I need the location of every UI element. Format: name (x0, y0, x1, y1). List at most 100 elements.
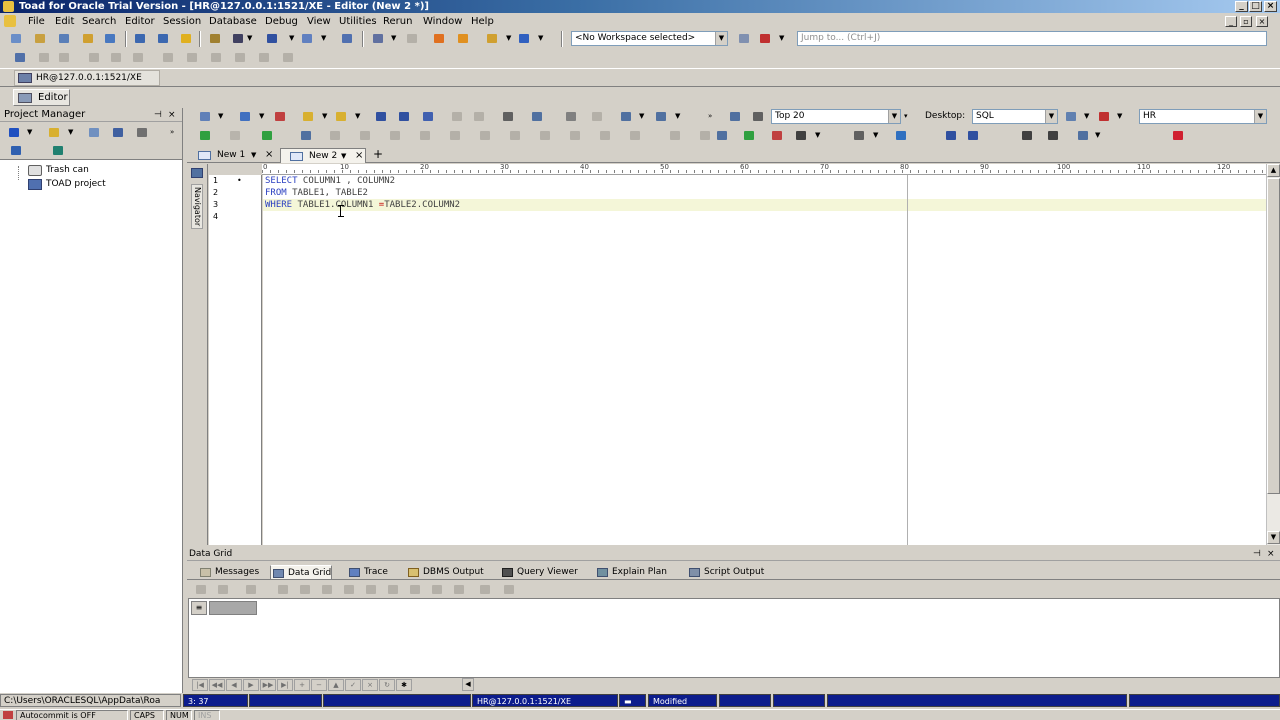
list-view-icon[interactable] (8, 143, 24, 158)
explain-icon[interactable] (298, 128, 314, 143)
print-icon[interactable] (500, 109, 516, 124)
menu-view[interactable]: View (307, 15, 331, 28)
dropdown-arrow-icon[interactable]: ▼ (259, 109, 266, 124)
statement-marker-icon[interactable]: • (237, 175, 242, 187)
dropdown-arrow-icon[interactable]: ▼ (1084, 109, 1091, 124)
script-icon[interactable] (237, 109, 253, 124)
run-step-icon[interactable] (259, 128, 275, 143)
menu-help[interactable]: Help (471, 15, 494, 28)
recent-files-icon[interactable] (333, 109, 349, 124)
mdi-restore-button[interactable]: ▫ (1240, 16, 1252, 27)
new-connection-icon[interactable] (8, 31, 24, 46)
tab-trace[interactable]: Trace (347, 565, 388, 580)
pin-icon[interactable]: ⊣ (1253, 548, 1261, 561)
dropdown-arrow-icon[interactable]: ▼ (391, 31, 398, 46)
save-file-icon[interactable] (373, 109, 389, 124)
menu-app-icon[interactable] (4, 15, 16, 27)
tab-new-1[interactable]: New 1 ▼ × (189, 148, 282, 163)
dropdown-arrow-icon[interactable]: ▼ (639, 109, 646, 124)
jump-to-input[interactable]: Jump to... (Ctrl+J) (797, 31, 1267, 46)
checklist-icon[interactable] (741, 128, 757, 143)
dropdown-arrow-icon[interactable]: ▼ (675, 109, 682, 124)
report-icon[interactable] (339, 31, 355, 46)
navigator-icon[interactable] (191, 168, 203, 178)
run-icon[interactable] (197, 128, 213, 143)
stop-icon[interactable] (272, 109, 288, 124)
menu-session[interactable]: Session (163, 15, 201, 28)
tree-item-toad-project[interactable]: TOAD project (28, 178, 106, 190)
tree-item-trash-can[interactable]: Trash can (28, 164, 89, 176)
code-line[interactable]: WHERE TABLE1.COLUMN1 =TABLE2.COLUMN2 (263, 199, 1266, 211)
dropdown-arrow-icon[interactable]: ▼ (538, 31, 545, 46)
pin-icon[interactable]: ⊣ (154, 108, 162, 122)
connection-tab[interactable]: HR@127.0.0.1:1521/XE (14, 70, 160, 86)
print-icon[interactable] (134, 125, 150, 140)
tools-icon[interactable] (714, 128, 730, 143)
tab-query-viewer[interactable]: Query Viewer (500, 565, 578, 580)
dropdown-arrow-icon[interactable]: ▼ (27, 125, 34, 140)
dropdown-arrow-icon[interactable]: ▼ (289, 31, 296, 46)
dropdown-arrow-icon[interactable]: ▼ (247, 31, 254, 46)
sql-editor[interactable]: SELECT COLUMN1 , COLUMN2 FROM TABLE1, TAB… (263, 175, 1266, 545)
code-line[interactable]: SELECT COLUMN1 , COLUMN2 (265, 175, 395, 187)
dropdown-arrow-icon[interactable]: ▼ (355, 109, 362, 124)
grid-options-icon[interactable] (618, 109, 634, 124)
spool-icon[interactable] (207, 31, 223, 46)
code-line[interactable]: FROM TABLE1, TABLE2 (265, 187, 368, 199)
dropdown-arrow-icon[interactable]: ▼ (506, 31, 513, 46)
workspace-select[interactable]: <No Workspace selected> ▼ (571, 31, 728, 46)
save-all-icon[interactable] (420, 109, 436, 124)
sql-recall-icon[interactable] (727, 109, 743, 124)
team-coding-icon[interactable] (455, 31, 471, 46)
dropdown-arrow-icon[interactable]: ▼ (815, 128, 822, 143)
execute-icon[interactable] (197, 109, 213, 124)
tab-script-output[interactable]: Script Output (687, 565, 764, 580)
minimize-button[interactable]: _ (1235, 1, 1248, 12)
chevron-down-icon[interactable]: ▼ (1045, 110, 1057, 123)
indent-icon[interactable] (1019, 128, 1035, 143)
dropdown-arrow-icon[interactable]: ▼ (1095, 128, 1102, 143)
scroll-left-icon[interactable]: ◀ (462, 678, 474, 691)
outdent-icon[interactable] (1045, 128, 1061, 143)
database-icon[interactable] (50, 143, 66, 158)
uppercase-icon[interactable] (943, 128, 959, 143)
menu-file[interactable]: File (28, 15, 45, 28)
monitor-icon[interactable] (230, 31, 246, 46)
menu-editor[interactable]: Editor (125, 15, 155, 28)
navigator-tab[interactable]: Navigator (191, 184, 203, 230)
overflow-arrow-icon[interactable]: » (708, 109, 715, 124)
menu-utilities[interactable]: Utilities (339, 15, 377, 28)
workspace-save-icon[interactable] (736, 31, 752, 46)
workspace-delete-icon[interactable] (757, 31, 773, 46)
row-limit-select[interactable]: Top 20 ▼ (771, 109, 901, 124)
desktop-delete-icon[interactable] (1096, 109, 1112, 124)
tab-messages[interactable]: Messages (198, 565, 259, 580)
folder-icon[interactable] (46, 125, 62, 140)
tab-explain-plan[interactable]: Explain Plan (595, 565, 667, 580)
chevron-down-icon[interactable]: ▼ (251, 148, 256, 162)
close-button[interactable]: × (1264, 1, 1277, 12)
chevron-down-icon[interactable]: ▼ (715, 32, 727, 45)
schema-browser-icon[interactable] (32, 31, 48, 46)
add-icon[interactable] (6, 125, 22, 140)
dropdown-arrow-icon[interactable]: ▾ (904, 109, 911, 124)
compare-icon[interactable] (563, 109, 579, 124)
dropdown-arrow-icon[interactable]: ▼ (322, 109, 329, 124)
dropdown-arrow-icon[interactable]: ▼ (873, 128, 880, 143)
chevron-down-icon[interactable]: ▼ (888, 110, 900, 123)
editor-window-button[interactable]: Editor (13, 89, 70, 106)
desktop-save-icon[interactable] (1063, 109, 1079, 124)
mdi-close-button[interactable]: × (1256, 16, 1268, 27)
overflow-arrow-icon[interactable]: » (170, 125, 177, 140)
format-icon[interactable] (529, 109, 545, 124)
results-grid[interactable]: ≡ (188, 598, 1280, 678)
scrollbar-thumb[interactable] (1267, 178, 1280, 494)
network-icon[interactable] (299, 31, 315, 46)
menu-edit[interactable]: Edit (55, 15, 74, 28)
close-icon[interactable]: × (168, 108, 176, 122)
chart-icon[interactable] (769, 128, 785, 143)
dropdown-arrow-icon[interactable]: ▼ (68, 125, 75, 140)
dropdown-arrow-icon[interactable]: ▼ (1117, 109, 1124, 124)
dropdown-arrow-icon[interactable]: ▼ (321, 31, 328, 46)
tab-new-2[interactable]: New 2 ▼ × (280, 148, 366, 163)
